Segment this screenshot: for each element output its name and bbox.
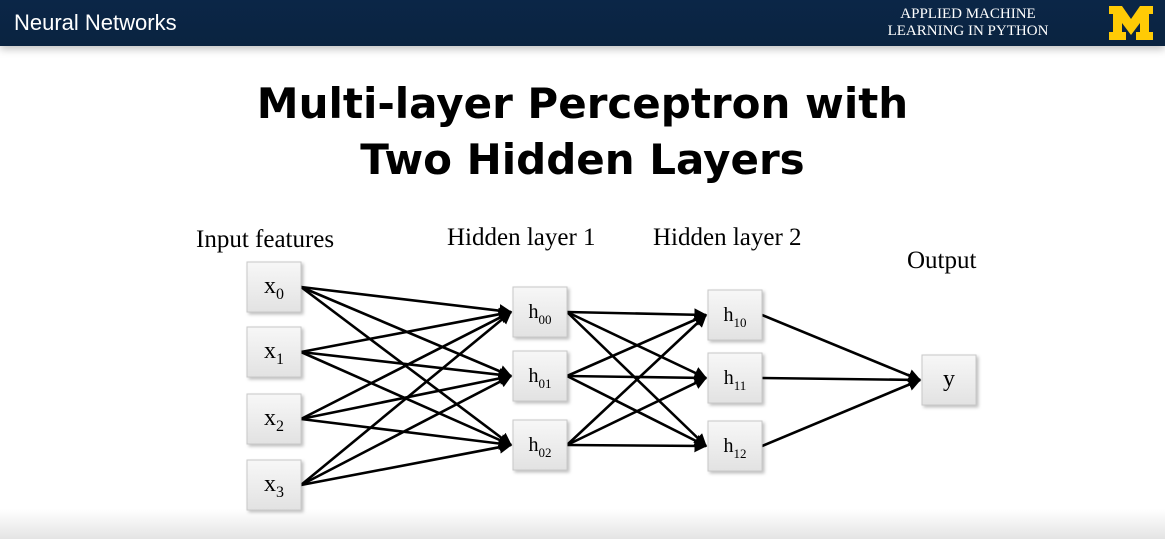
input-layer-label: Input features <box>196 226 334 253</box>
output-node-y: y <box>921 354 977 406</box>
output-layer-label: Output <box>907 247 977 274</box>
input-node-x0: x0 <box>246 261 302 313</box>
edge-input-3-to-h1-2 <box>300 440 513 487</box>
hidden-node-h10: h10 <box>707 289 763 341</box>
hidden-node-h11: h11 <box>707 352 763 404</box>
hidden-node-h01: h01 <box>512 350 568 402</box>
network-nodes: x0 x1 x2 x3 h00 h01 h02 h10 h11 h12 y <box>246 261 977 511</box>
input-node-x1: x1 <box>246 326 302 378</box>
edge-h1-2-to-h2-2 <box>566 439 708 453</box>
edge-h1-1-to-h2-1 <box>566 371 708 385</box>
bottom-shadow <box>0 509 1165 539</box>
hidden-node-h12: h12 <box>707 420 763 472</box>
input-node-x2: x2 <box>246 393 302 445</box>
hidden-node-h02: h02 <box>512 419 568 471</box>
edge-h2-2-to-output <box>761 378 922 448</box>
edge-h2-0-to-output <box>761 313 922 382</box>
edge-input-1-to-h1-0 <box>300 307 513 354</box>
hidden-layer-1-label: Hidden layer 1 <box>447 224 596 251</box>
connection-edges <box>300 285 922 487</box>
hidden-layer-2-label: Hidden layer 2 <box>653 224 802 251</box>
hidden-node-h00: h00 <box>512 286 568 338</box>
mlp-diagram: Input features Hidden layer 1 Hidden lay… <box>196 224 977 511</box>
edge-h1-0-to-h2-0 <box>566 308 708 322</box>
edge-input-3-to-h1-0 <box>300 310 513 487</box>
edge-h2-1-to-output <box>761 373 922 387</box>
input-node-x3: x3 <box>246 459 302 511</box>
output-node-y-label: y <box>943 366 955 392</box>
